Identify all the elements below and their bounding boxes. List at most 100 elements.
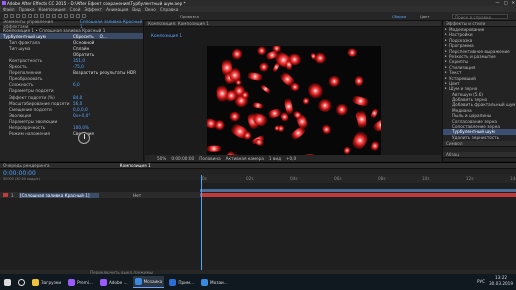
character-panel-tab[interactable]: Символ: [443, 141, 516, 147]
tab-composition-1[interactable]: Композиция 1: [120, 163, 151, 168]
menu-window[interactable]: Окно: [145, 7, 156, 12]
close-button[interactable]: ✕: [511, 0, 515, 5]
property-value[interactable]: 351,0: [73, 58, 85, 63]
puppet-tool-icon[interactable]: [82, 14, 86, 18]
taskbar-app[interactable]: Adobe ...: [98, 276, 130, 288]
select-tool-icon[interactable]: [10, 14, 14, 18]
brush-tool-icon[interactable]: [64, 14, 68, 18]
layer-color-label[interactable]: [3, 193, 8, 197]
menu-layer[interactable]: Слой: [70, 7, 81, 12]
snapping-toggle[interactable]: Привязка: [180, 14, 199, 19]
zoom-select[interactable]: 50%: [157, 156, 166, 161]
paragraph-panel-tab[interactable]: Абзац: [443, 152, 516, 158]
search-placeholder: Поиск в справке: [455, 15, 492, 20]
taskbar-app[interactable]: Premi...: [66, 276, 95, 288]
workspace-color[interactable]: Цвет: [420, 14, 430, 19]
camera-tool-icon[interactable]: [34, 14, 38, 18]
noise-blob: [207, 145, 224, 152]
reset-link[interactable]: Сбросить: [73, 34, 94, 39]
property-name: Эволюция: [9, 112, 32, 118]
menu-help[interactable]: Справка: [160, 7, 178, 12]
property-value[interactable]: 84,0: [73, 95, 82, 100]
ruler-tick: 02s: [246, 176, 254, 181]
noise-blob: [250, 101, 265, 109]
maximize-button[interactable]: □: [504, 0, 508, 5]
home-tool-icon[interactable]: [4, 14, 8, 18]
language-indicator[interactable]: РУС: [477, 279, 485, 284]
rectangle-tool-icon[interactable]: [46, 14, 50, 18]
ruler-tick: 10s: [422, 176, 430, 181]
tab-composition[interactable]: Композиция: Композиция 1: [148, 21, 209, 26]
property-value[interactable]: Обратить: [73, 52, 94, 57]
viewer-timecode[interactable]: 0:00:00:00: [171, 156, 194, 161]
ruler-tick: 08s: [378, 176, 386, 181]
help-search-input[interactable]: Поиск в справке: [452, 14, 508, 20]
effect-property[interactable]: Режим наложенияСвечение: [0, 131, 143, 137]
about-link[interactable]: О...: [100, 34, 107, 39]
work-area-bar[interactable]: [200, 189, 516, 192]
exposure-value[interactable]: +0,0: [286, 156, 296, 161]
comp-breadcrumb[interactable]: Композиция 1: [151, 33, 182, 38]
evolution-dial[interactable]: [78, 132, 90, 144]
property-value[interactable]: 100,0%: [73, 125, 89, 130]
noise-blob: [230, 46, 243, 61]
text-tool-icon[interactable]: [58, 14, 62, 18]
property-value[interactable]: -75,0: [73, 64, 84, 69]
stamp-tool-icon[interactable]: [70, 14, 74, 18]
menu-animation[interactable]: Анимация: [106, 7, 128, 12]
effect-property[interactable]: Переполнение Возрастить результаты HDR: [0, 70, 143, 76]
taskbar-app[interactable]: Мозаика: [132, 276, 165, 288]
start-button[interactable]: [2, 276, 13, 288]
noise-blob: [354, 74, 364, 88]
layer-duration-bar[interactable]: [200, 193, 516, 197]
search-button[interactable]: [16, 276, 27, 288]
clock[interactable]: 13:22 30.03.2019: [489, 275, 513, 287]
zoom-tool-icon[interactable]: [22, 14, 26, 18]
rotate-tool-icon[interactable]: [28, 14, 32, 18]
ruler-tick: 12s: [466, 176, 474, 181]
parent-select[interactable]: Нет: [133, 193, 141, 198]
property-name: Смещение подсети: [9, 106, 52, 112]
app-label: Загрузки: [41, 279, 62, 285]
resolution-select[interactable]: Половина: [199, 156, 220, 161]
viewer-tab-bar: Композиция: Композиция 1: [145, 21, 441, 27]
playhead[interactable]: [201, 175, 202, 272]
taskbar-app[interactable]: Мозаи...: [199, 276, 230, 288]
noise-blob: [327, 74, 342, 88]
property-value[interactable]: Основной: [73, 40, 94, 45]
effects-list: МоделированиеНастройкиПодсказкаПрограмма…: [443, 27, 516, 146]
noise-blob: [257, 59, 271, 74]
menu-composition[interactable]: Композиция: [39, 7, 66, 12]
views-select[interactable]: 1 вид: [269, 156, 281, 161]
time-ruler[interactable]: 0s 02s 04s 06s 08s 10s 12s 14s: [200, 175, 516, 183]
menu-file[interactable]: Файл: [3, 7, 15, 12]
workspace-assembly[interactable]: Сборка: [392, 14, 406, 19]
menu-effect[interactable]: Эффект: [84, 7, 102, 12]
property-value[interactable]: 0,0,0,0: [73, 107, 88, 112]
composition-canvas[interactable]: [207, 46, 381, 171]
camera-select[interactable]: Активная камера: [226, 156, 264, 161]
property-value[interactable]: 56,0: [73, 101, 82, 106]
minimize-button[interactable]: —: [495, 0, 499, 5]
menu-edit[interactable]: Правка: [19, 7, 35, 12]
noise-blob: [229, 111, 241, 122]
current-time[interactable]: 0:00:00:00: [3, 170, 36, 177]
eraser-tool-icon[interactable]: [76, 14, 80, 18]
hand-tool-icon[interactable]: [16, 14, 20, 18]
taskbar-app[interactable]: Прим...: [167, 276, 196, 288]
property-value[interactable]: 0x+0,0°: [73, 113, 90, 118]
property-value[interactable]: Сплайн: [73, 46, 89, 51]
layer-name[interactable]: [Сплошная заливка Красный 1]: [19, 192, 99, 198]
layer-row[interactable]: 1 [Сплошная заливка Красный 1] Нет: [0, 192, 200, 198]
property-value[interactable]: 6,0: [73, 82, 80, 87]
noise-blob: [317, 98, 333, 113]
pan-tool-icon[interactable]: [40, 14, 44, 18]
windows-icon: [4, 278, 11, 286]
tab-effects[interactable]: Эффекты и стили: [446, 21, 485, 26]
tab-render-queue[interactable]: Очередь рендеринга: [3, 163, 50, 168]
menu-view[interactable]: Вид: [132, 7, 141, 12]
pen-tool-icon[interactable]: [52, 14, 56, 18]
property-value[interactable]: Возрастить результаты HDR: [73, 70, 136, 75]
property-name: Яркость: [9, 64, 27, 70]
taskbar-app[interactable]: Загрузки: [30, 276, 63, 288]
